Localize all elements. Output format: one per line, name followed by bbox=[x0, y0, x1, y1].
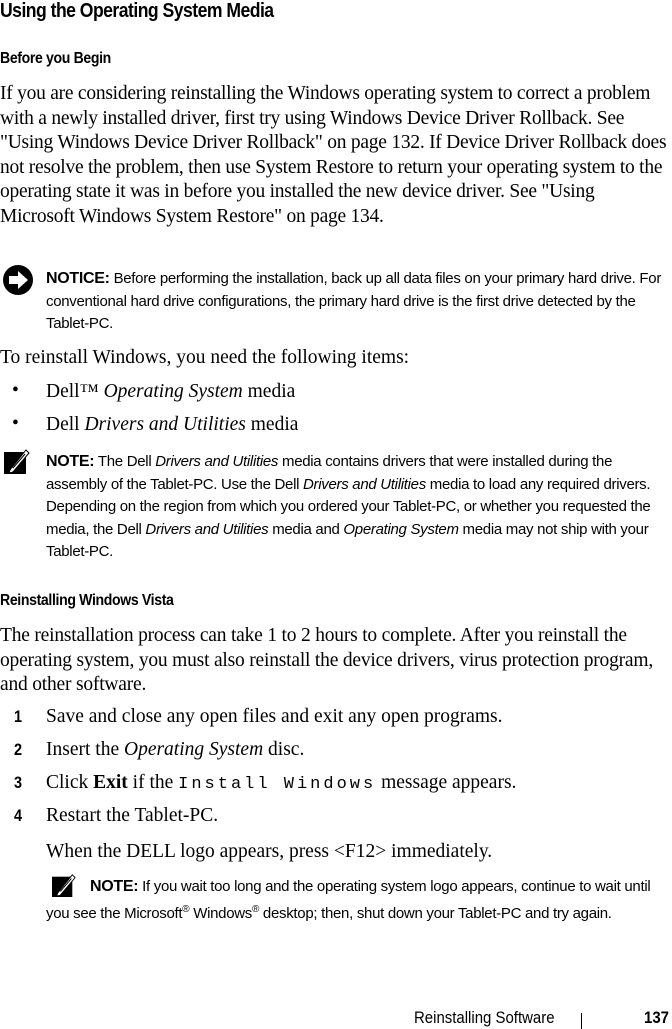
note-wait-too-long: NOTE: If you wait too long and the opera… bbox=[46, 878, 651, 922]
items-intro: To reinstall Windows, you need the follo… bbox=[0, 347, 410, 368]
step-followup: When the DELL logo appears, press <F12> … bbox=[46, 841, 493, 862]
step-number: 2 bbox=[14, 740, 23, 759]
page-number: 137 bbox=[644, 1008, 669, 1027]
note-pencil-icon bbox=[4, 449, 30, 474]
step-number: 3 bbox=[14, 773, 23, 792]
notice-box: NOTICE: Before performing the installati… bbox=[46, 268, 668, 336]
paragraph-before: If you are considering reinstalling the … bbox=[0, 83, 667, 227]
bullet: • bbox=[12, 413, 19, 434]
step-item: Restart the Tablet-PC. bbox=[46, 805, 219, 826]
step-number: 1 bbox=[14, 707, 23, 726]
bullet: • bbox=[12, 380, 19, 401]
notice-arrow-icon bbox=[3, 265, 33, 295]
document-page: Using the Operating System Media Before … bbox=[0, 0, 672, 1029]
step-item: Save and close any open files and exit a… bbox=[46, 706, 503, 727]
note-drivers-utilities: NOTE: The Dell Drivers and Utilities med… bbox=[46, 453, 651, 560]
notice-text: Before performing the installation, back… bbox=[46, 270, 662, 332]
step-item: Insert the Operating System disc. bbox=[46, 739, 305, 760]
step-item: Click Exit if the Install Windows messag… bbox=[46, 772, 517, 794]
paragraph-vista: The reinstallation process can take 1 to… bbox=[0, 625, 654, 696]
list-item: Dell Drivers and Utilities media bbox=[46, 414, 299, 435]
heading-before-you-begin: Before you Begin bbox=[0, 50, 111, 67]
footer-divider bbox=[581, 1013, 582, 1029]
step-number: 4 bbox=[14, 806, 23, 825]
page-title: Using the Operating System Media bbox=[0, 0, 274, 22]
footer-section-title: Reinstalling Software bbox=[414, 1008, 555, 1027]
heading-reinstalling-vista: Reinstalling Windows Vista bbox=[0, 592, 174, 609]
notice-label: NOTICE: bbox=[46, 270, 110, 287]
list-item: Dell™ Operating System media bbox=[46, 381, 296, 402]
